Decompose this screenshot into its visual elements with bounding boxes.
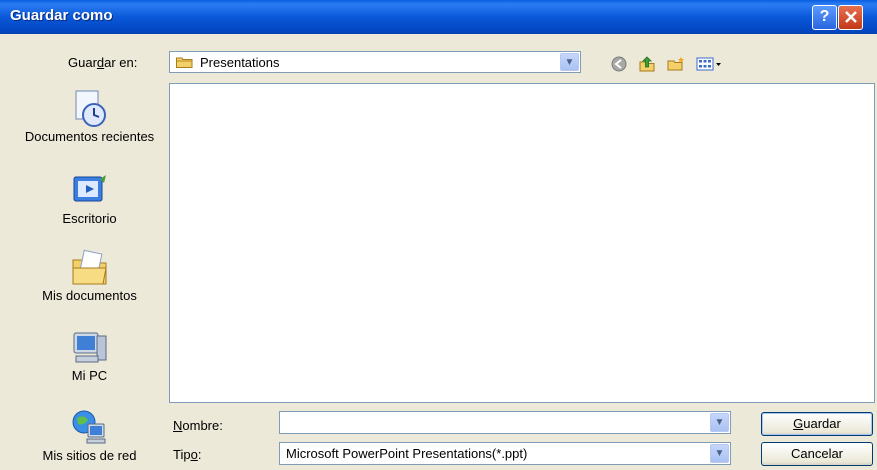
file-name-label: Nombre: xyxy=(173,418,223,433)
place-label: Escritorio xyxy=(62,211,117,226)
save-as-dialog: Guardar como ? Guardar en: Presentations… xyxy=(0,0,877,470)
place-network-places[interactable]: Mis sitios de red xyxy=(21,408,158,464)
new-folder-icon[interactable] xyxy=(667,56,685,72)
place-label: Documentos recientes xyxy=(24,129,155,144)
help-button[interactable]: ? xyxy=(812,5,837,30)
views-menu-icon[interactable] xyxy=(696,56,722,72)
file-type-value: Microsoft PowerPoint Presentations(*.ppt… xyxy=(286,446,528,461)
my-computer-icon xyxy=(73,332,106,363)
network-places-icon xyxy=(72,410,105,444)
chevron-down-icon[interactable]: ▼ xyxy=(560,53,579,71)
recent-documents-icon xyxy=(75,90,106,127)
title-bar[interactable]: Guardar como ? xyxy=(0,0,877,34)
cancel-button[interactable]: Cancelar xyxy=(761,442,873,466)
place-label: Mi PC xyxy=(71,368,108,383)
place-recent-documents[interactable]: Documentos recientes xyxy=(21,89,158,145)
save-in-value: Presentations xyxy=(200,55,280,70)
place-label: Mis sitios de red xyxy=(42,448,137,463)
save-in-label: Guardar en: xyxy=(68,55,138,70)
close-icon xyxy=(844,11,857,23)
file-name-field[interactable]: ▼ xyxy=(279,411,731,434)
folder-icon xyxy=(176,57,193,68)
my-documents-icon xyxy=(72,249,107,285)
desktop-icon xyxy=(73,175,106,202)
file-list[interactable] xyxy=(169,83,875,403)
chevron-down-icon[interactable]: ▼ xyxy=(710,413,729,432)
places-bar: Documentos recientes Escritorio Mis docu… xyxy=(21,83,158,463)
close-button[interactable] xyxy=(838,5,863,30)
file-type-dropdown[interactable]: Microsoft PowerPoint Presentations(*.ppt… xyxy=(279,442,731,465)
dialog-title: Guardar como xyxy=(10,7,113,24)
back-icon[interactable] xyxy=(610,56,628,72)
chevron-down-icon[interactable]: ▼ xyxy=(710,444,729,463)
save-button[interactable]: Guardar xyxy=(761,412,873,436)
file-type-label: Tipo: xyxy=(173,447,202,462)
up-folder-icon[interactable] xyxy=(638,56,656,72)
place-my-documents[interactable]: Mis documentos xyxy=(21,248,158,304)
place-label: Mis documentos xyxy=(42,288,137,303)
place-desktop[interactable]: Escritorio xyxy=(21,171,158,227)
place-my-computer[interactable]: Mi PC xyxy=(21,328,158,384)
save-in-dropdown[interactable]: Presentations ▼ xyxy=(169,51,581,73)
